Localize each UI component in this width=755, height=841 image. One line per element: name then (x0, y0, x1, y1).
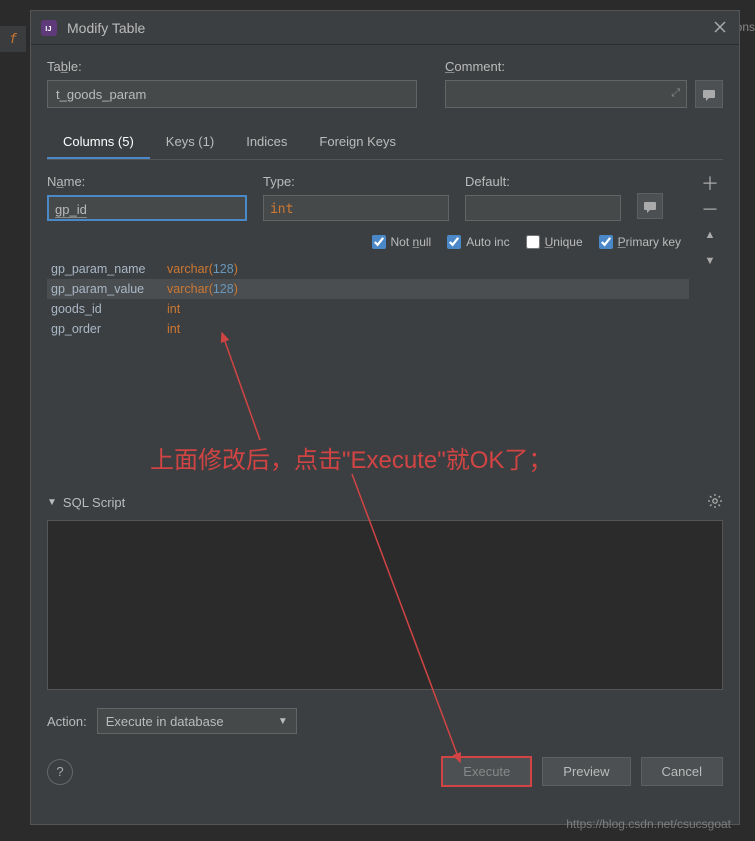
execute-button[interactable]: Execute (441, 756, 532, 787)
action-select[interactable]: Execute in database ▼ (97, 708, 297, 734)
primarykey-checkbox[interactable]: Primary key (599, 235, 681, 249)
move-up-button[interactable]: ▲ (699, 224, 721, 246)
tab-columns[interactable]: Columns (5) (47, 126, 150, 159)
watermark: https://blog.csdn.net/csucsgoat (566, 817, 731, 831)
close-icon[interactable] (713, 20, 729, 36)
add-column-button[interactable]: ＋ (699, 172, 721, 194)
preview-button[interactable]: Preview (542, 757, 630, 786)
default-label: Default: (465, 174, 621, 189)
dialog-title: Modify Table (67, 20, 713, 36)
unique-checkbox[interactable]: Unique (526, 235, 583, 249)
expand-icon[interactable]: ⤢ (671, 87, 680, 100)
app-icon: IJ (41, 20, 57, 36)
name-label: Name: (47, 174, 247, 189)
sql-script-label: SQL Script (63, 495, 701, 510)
column-type-input[interactable]: int (263, 195, 449, 221)
gear-icon[interactable] (707, 493, 723, 512)
cancel-button[interactable]: Cancel (641, 757, 723, 786)
comment-edit-button[interactable] (695, 80, 723, 108)
column-list: gp_param_name varchar(128) gp_param_valu… (47, 259, 689, 339)
help-button[interactable]: ? (47, 759, 73, 785)
table-name-input[interactable] (47, 80, 417, 108)
modify-table-dialog: IJ Modify Table Table: Comment: ⤢ (30, 10, 740, 825)
list-item[interactable]: gp_param_name varchar(128) (47, 259, 689, 279)
svg-text:IJ: IJ (45, 24, 51, 33)
list-item[interactable]: gp_param_value varchar(128) (47, 279, 689, 299)
default-edit-button[interactable] (637, 193, 663, 219)
sql-collapse-icon[interactable]: ▼ (47, 497, 57, 508)
comment-label: Comment: (445, 59, 723, 74)
list-item[interactable]: gp_order int (47, 319, 689, 339)
tab-keys[interactable]: Keys (1) (150, 126, 230, 159)
dialog-titlebar: IJ Modify Table (31, 11, 739, 45)
remove-column-button[interactable]: － (699, 198, 721, 220)
tabs: Columns (5) Keys (1) Indices Foreign Key… (47, 126, 723, 160)
comment-input[interactable]: ⤢ (445, 80, 687, 108)
tab-foreign-keys[interactable]: Foreign Keys (303, 126, 412, 159)
column-name-input[interactable]: gp_id (47, 195, 247, 221)
move-down-button[interactable]: ▼ (699, 250, 721, 272)
tab-indices[interactable]: Indices (230, 126, 303, 159)
column-default-input[interactable] (465, 195, 621, 221)
chevron-down-icon: ▼ (278, 716, 288, 727)
notnull-checkbox[interactable]: Not null (372, 235, 432, 249)
type-label: Type: (263, 174, 449, 189)
list-item[interactable]: goods_id int (47, 299, 689, 319)
editor-file-tab: f (0, 26, 26, 52)
action-label: Action: (47, 714, 87, 729)
autoinc-checkbox[interactable]: Auto inc (447, 235, 509, 249)
sql-script-editor[interactable] (47, 520, 723, 690)
table-label: Table: (47, 59, 417, 74)
